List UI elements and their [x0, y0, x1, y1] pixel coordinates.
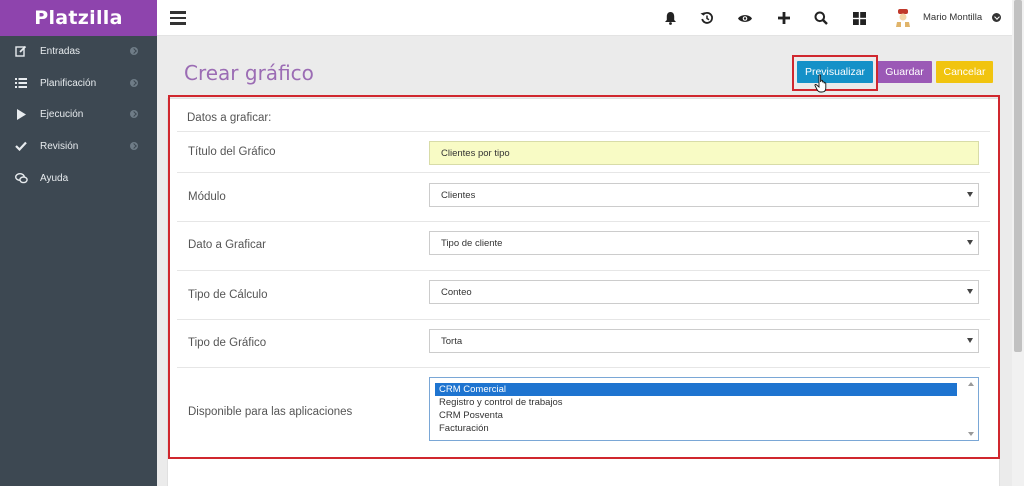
- sidebar: Platzilla Entradas Planificación Ejecuci…: [0, 0, 157, 486]
- plus-icon[interactable]: [776, 10, 792, 26]
- chevron-right-icon: [130, 110, 138, 118]
- brand-logo[interactable]: Platzilla: [0, 0, 157, 36]
- scrollbar-thumb[interactable]: [1014, 0, 1022, 352]
- grid-icon[interactable]: [851, 10, 867, 26]
- check-icon: [14, 141, 28, 151]
- sidebar-item-ayuda[interactable]: Ayuda: [0, 165, 157, 191]
- play-icon: [14, 108, 28, 120]
- page-title: Crear gráfico: [184, 61, 314, 85]
- cancel-button[interactable]: Cancelar: [936, 61, 993, 83]
- list-icon: [14, 78, 28, 88]
- edit-icon: [14, 45, 28, 57]
- chevron-right-icon: [130, 79, 138, 87]
- top-bar: Mario Montilla: [157, 0, 1012, 36]
- sidebar-item-label: Planificación: [40, 77, 97, 89]
- form-highlight-box: [168, 95, 1000, 459]
- eye-icon[interactable]: [737, 10, 753, 26]
- hand-cursor-icon: [814, 74, 830, 94]
- avatar[interactable]: [894, 8, 912, 28]
- page-scrollbar[interactable]: [1012, 0, 1024, 486]
- chevron-right-icon: [130, 142, 138, 150]
- history-icon[interactable]: [699, 10, 715, 26]
- sidebar-item-planificacion[interactable]: Planificación: [0, 70, 157, 96]
- search-icon[interactable]: [813, 10, 829, 26]
- user-name[interactable]: Mario Montilla: [923, 12, 982, 23]
- sidebar-item-label: Ayuda: [40, 172, 69, 184]
- sidebar-item-ejecucion[interactable]: Ejecución: [0, 101, 157, 127]
- bell-icon[interactable]: [662, 10, 678, 26]
- chevron-right-icon: [130, 47, 138, 55]
- chevron-down-icon[interactable]: [992, 13, 1001, 22]
- sidebar-item-revision[interactable]: Revisión: [0, 133, 157, 159]
- sidebar-item-entradas[interactable]: Entradas: [0, 38, 157, 64]
- sidebar-item-label: Entradas: [40, 45, 81, 57]
- save-button[interactable]: Guardar: [877, 61, 932, 83]
- sidebar-item-label: Ejecución: [40, 108, 84, 120]
- sidebar-item-label: Revisión: [40, 140, 79, 152]
- hamburger-menu-icon[interactable]: [170, 11, 186, 25]
- chat-icon: [14, 172, 28, 184]
- preview-highlight-box: [792, 55, 878, 91]
